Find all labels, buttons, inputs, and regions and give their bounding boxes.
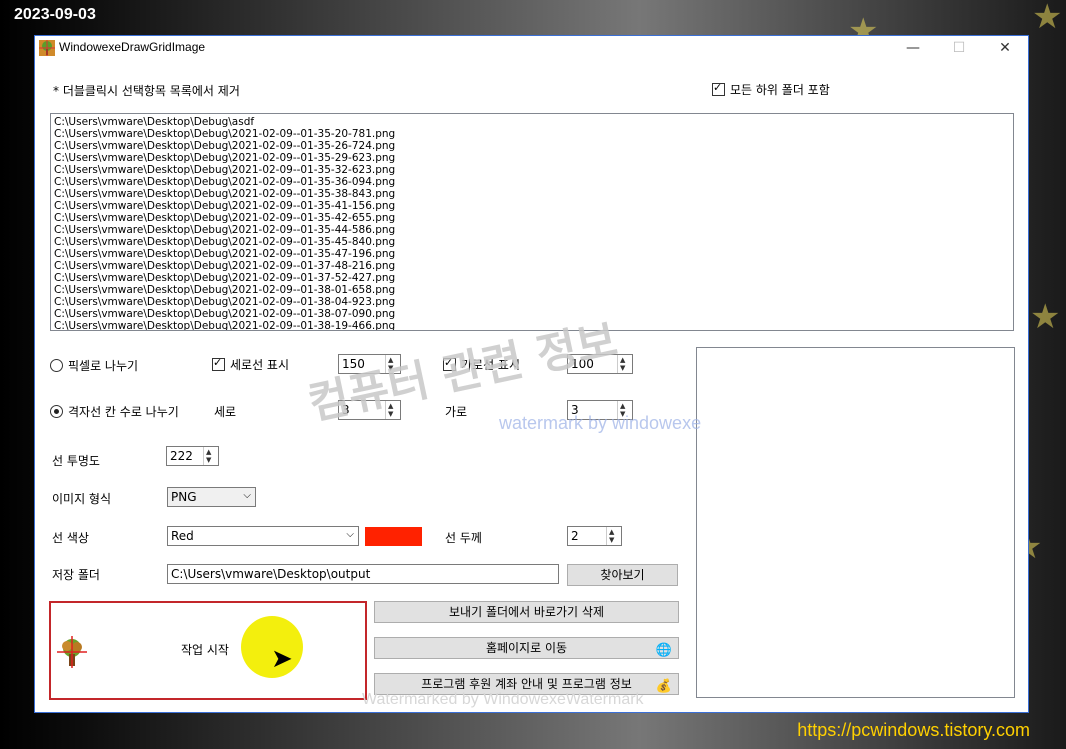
list-item[interactable]: C:\Users\vmware\Desktop\Debug\2021-02-09… [54,212,1010,224]
chevron-down-icon: ⌵ [243,490,251,501]
folder-label: 저장 폴더 [52,568,100,582]
vertical-line-checkbox[interactable] [212,356,225,371]
list-item[interactable]: C:\Users\vmware\Desktop\Debug\asdf [54,116,1010,128]
opacity-spinner[interactable]: 222 ▲ ▼ [166,446,219,466]
vertical-line-label: 세로선 표시 [230,358,290,372]
thickness-label: 선 두께 [445,531,482,545]
thickness-value: 2 [571,529,579,543]
site-url-link[interactable]: https://pcwindows.tistory.com [797,720,1030,741]
window-title: WindowexeDrawGridImage [59,40,206,54]
format-dropdown[interactable]: PNG ⌵ [167,487,256,507]
list-item[interactable]: C:\Users\vmware\Desktop\Debug\2021-02-09… [54,176,1010,188]
delete-shortcut-button[interactable]: 보내기 폴더에서 바로가기 삭제 [374,601,679,623]
bottom-watermark: Watermarked by WindowexeWatermark [362,691,644,708]
color-dropdown[interactable]: Red ⌵ [167,526,359,546]
opacity-label: 선 투명도 [52,454,100,468]
list-item[interactable]: C:\Users\vmware\Desktop\Debug\2021-02-09… [54,248,1010,260]
format-label: 이미지 형식 [52,492,112,506]
output-folder-input[interactable]: C:\Users\vmware\Desktop\output [167,564,559,584]
coins-icon: 💰 [655,679,672,694]
start-button-label: 작업 시작 [181,643,229,657]
pixel-mode-label: 픽셀로 나누기 [68,359,139,373]
list-item[interactable]: C:\Users\vmware\Desktop\Debug\2021-02-09… [54,164,1010,176]
file-list[interactable]: C:\Users\vmware\Desktop\Debug\asdf C:\Use… [50,113,1014,331]
spinner-arrows[interactable]: ▲ ▼ [203,447,218,465]
minimize-button[interactable]: — [890,36,936,60]
close-button[interactable]: ✕ [982,36,1028,60]
color-value: Red [171,529,194,543]
list-item[interactable]: C:\Users\vmware\Desktop\Debug\2021-02-09… [54,284,1010,296]
maximize-button[interactable]: ☐ [936,36,982,60]
list-item[interactable]: C:\Users\vmware\Desktop\Debug\2021-02-09… [54,152,1010,164]
spinner-arrows[interactable]: ▲ ▼ [606,527,621,545]
include-subfolders-checkbox[interactable] [712,81,725,96]
tree-icon [57,636,87,668]
english-watermark: watermark by windowexe [499,413,702,433]
format-value: PNG [171,490,197,504]
include-subfolders-label: 모든 하위 폴더 포함 [730,83,830,97]
image-preview [696,347,1015,698]
title-bar: WindowexeDrawGridImage — ☐ ✕ [35,36,1028,60]
list-item[interactable]: C:\Users\vmware\Desktop\Debug\2021-02-09… [54,296,1010,308]
list-item[interactable]: C:\Users\vmware\Desktop\Debug\2021-02-09… [54,236,1010,248]
pixel-mode-radio[interactable] [50,359,63,372]
app-icon [39,40,55,56]
list-item[interactable]: C:\Users\vmware\Desktop\Debug\2021-02-09… [54,260,1010,272]
star-decoration: ★ [1030,297,1061,337]
globe-icon: 🌐 [655,643,672,658]
list-item[interactable]: C:\Users\vmware\Desktop\Debug\2021-02-09… [54,140,1010,152]
mouse-cursor-icon: ➤ [271,644,293,674]
homepage-button[interactable]: 홈페이지로 이동 🌐 [374,637,679,659]
list-item[interactable]: C:\Users\vmware\Desktop\Debug\2021-02-09… [54,224,1010,236]
app-window: WindowexeDrawGridImage — ☐ ✕ * 더블클릭시 선택항… [34,35,1029,713]
star-decoration: ★ [1032,0,1063,37]
donate-button-label: 프로그램 후원 계좌 안내 및 프로그램 정보 [421,677,632,691]
cell-mode-radio[interactable] [50,405,63,418]
chevron-down-icon: ⌵ [346,529,354,540]
homepage-button-label: 홈페이지로 이동 [485,641,568,655]
color-label: 선 색상 [52,531,89,545]
rows-label: 세로 [214,405,237,419]
opacity-value: 222 [170,449,193,463]
remove-hint-label: * 더블클릭시 선택항목 목록에서 제거 [53,84,240,98]
color-swatch [365,527,422,546]
start-button[interactable]: 작업 시작 [49,601,367,700]
list-item[interactable]: C:\Users\vmware\Desktop\Debug\2021-02-09… [54,272,1010,284]
list-item[interactable]: C:\Users\vmware\Desktop\Debug\2021-02-09… [54,188,1010,200]
thickness-spinner[interactable]: 2 ▲ ▼ [567,526,622,546]
capture-date: 2023-09-03 [14,6,96,23]
cell-mode-label: 격자선 칸 수로 나누기 [68,405,179,419]
list-item[interactable]: C:\Users\vmware\Desktop\Debug\2021-02-09… [54,308,1010,320]
cols-label: 가로 [445,405,468,419]
list-item[interactable]: C:\Users\vmware\Desktop\Debug\2021-02-09… [54,200,1010,212]
browse-button[interactable]: 찾아보기 [567,564,678,586]
list-item[interactable]: C:\Users\vmware\Desktop\Debug\2021-02-09… [54,128,1010,140]
